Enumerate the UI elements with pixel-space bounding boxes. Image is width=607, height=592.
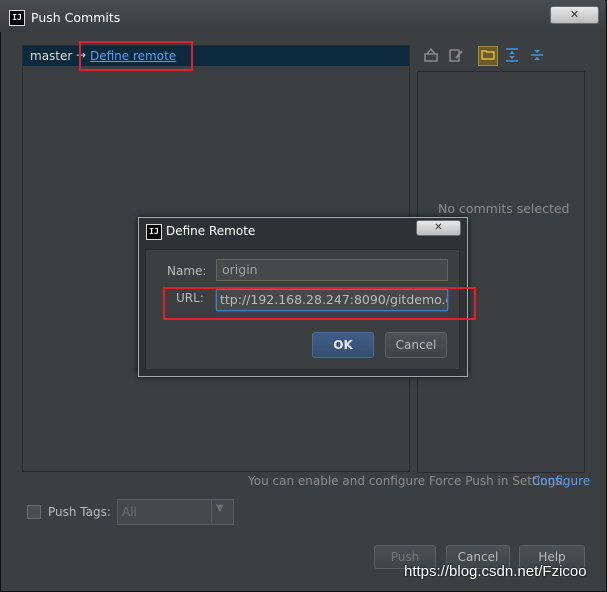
source-branch-label: master — [30, 49, 73, 63]
force-push-hint: You can enable and configure Force Push … — [248, 474, 566, 488]
chevron-down-icon[interactable]: ▼ — [216, 503, 224, 514]
edit-icon[interactable] — [448, 48, 464, 64]
window-title: Push Commits — [31, 10, 121, 25]
push-tags-label: Push Tags: — [48, 505, 111, 519]
expand-all-icon[interactable] — [504, 48, 520, 64]
name-field[interactable]: origin — [216, 259, 448, 281]
intellij-logo-icon: IJ — [146, 224, 162, 240]
watermark-text: https://blog.csdn.net/Fzicoo — [404, 563, 587, 580]
combo-divider — [211, 500, 212, 522]
window-close-button[interactable]: ✕ — [550, 6, 599, 24]
intellij-logo-icon: IJ — [9, 10, 25, 26]
sitemap-icon[interactable] — [423, 47, 439, 64]
collapse-all-icon[interactable] — [529, 48, 545, 64]
folder-icon[interactable] — [478, 46, 498, 66]
remote-dialog-close-button[interactable]: ✕ — [416, 220, 461, 236]
name-label: Name: — [167, 264, 207, 278]
configure-link[interactable]: Configure — [532, 474, 590, 488]
remote-dialog-title: Define Remote — [166, 224, 256, 238]
highlight-box-url — [163, 287, 476, 320]
remote-cancel-button[interactable]: Cancel — [385, 332, 447, 358]
push-tags-selected-value: All — [122, 505, 137, 519]
no-commits-label: No commits selected — [438, 201, 570, 216]
highlight-box-define-remote — [79, 41, 193, 71]
push-tags-checkbox[interactable] — [27, 505, 41, 519]
ok-button[interactable]: OK — [312, 332, 374, 358]
